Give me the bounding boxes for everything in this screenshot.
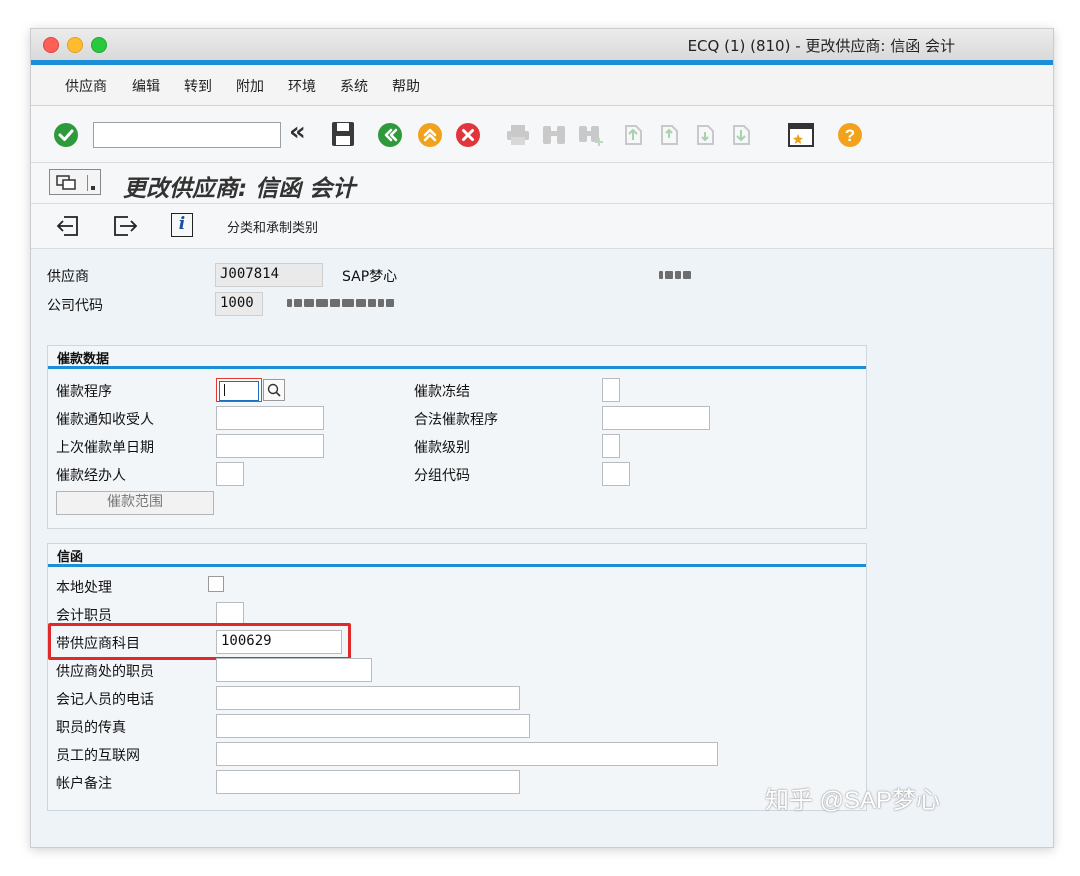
cancel-icon[interactable] — [455, 122, 481, 148]
screen-title-row: 更改供应商: 信函 会计 — [31, 163, 1053, 204]
dunning-procedure-field[interactable] — [216, 378, 262, 402]
application-toolbar: i 分类和承制类别 — [31, 204, 1053, 249]
collapse-command-icon[interactable]: « — [289, 117, 306, 147]
clerk-phone-field[interactable] — [216, 686, 520, 710]
menu-extras[interactable]: 附加 — [236, 76, 264, 96]
dunning-clerk-field[interactable] — [216, 462, 244, 486]
next-screen-icon[interactable] — [111, 214, 139, 238]
menu-vendor[interactable]: 供应商 — [65, 76, 107, 96]
dunning-recipient-label: 催款通知收受人 — [56, 412, 154, 428]
find-next-icon[interactable] — [577, 123, 605, 147]
company-code-value: 1000 — [215, 292, 263, 316]
exit-icon[interactable] — [417, 122, 443, 148]
legal-dunning-label: 合法催款程序 — [414, 412, 498, 428]
menu-bar: 供应商 编辑 转到 附加 环境 系统 帮助 — [31, 65, 1053, 106]
last-page-icon[interactable] — [729, 123, 753, 147]
vendor-name: SAP梦心 — [342, 269, 398, 285]
system-toolbar: « ? — [31, 106, 1053, 163]
grouping-key-field[interactable] — [602, 462, 630, 486]
dunning-clerk-label: 催款经办人 — [56, 468, 126, 484]
company-name-redacted — [287, 299, 394, 307]
vendor-label: 供应商 — [47, 269, 89, 285]
dunning-group-title: 催款数据 — [57, 352, 110, 367]
previous-screen-icon[interactable] — [55, 214, 81, 238]
company-code-label: 公司代码 — [47, 298, 103, 314]
group-divider — [48, 564, 866, 567]
classification-button[interactable]: 分类和承制类别 — [227, 217, 318, 236]
clerk-at-vendor-label: 供应商处的职员 — [56, 664, 154, 680]
first-page-icon[interactable] — [621, 123, 645, 147]
last-dunning-date-field[interactable] — [216, 434, 324, 458]
dunning-recipient-field[interactable] — [216, 406, 324, 430]
minimize-window-button[interactable] — [67, 37, 83, 53]
group-divider — [48, 366, 866, 369]
save-icon[interactable] — [331, 121, 355, 147]
back-icon[interactable] — [377, 122, 403, 148]
dunning-level-label: 催款级别 — [414, 440, 470, 456]
next-page-icon[interactable] — [693, 123, 717, 147]
page-title: 更改供应商: 信函 会计 — [123, 176, 356, 202]
local-processing-checkbox[interactable] — [208, 576, 224, 592]
dunning-procedure-label: 催款程序 — [56, 384, 112, 400]
check-icon[interactable] — [53, 122, 79, 148]
zoom-window-button[interactable] — [91, 37, 107, 53]
clerk-phone-label: 会记人员的电话 — [56, 692, 154, 708]
create-session-icon[interactable] — [787, 122, 815, 148]
sap-window: ECQ (1) (810) - 更改供应商: 信函 会计 供应商 编辑 转到 附… — [30, 28, 1054, 848]
prev-page-icon[interactable] — [657, 123, 681, 147]
dunning-block-label: 催款冻结 — [414, 384, 470, 400]
last-dunning-date-label: 上次催款单日期 — [56, 440, 154, 456]
correspondence-group-title: 信函 — [57, 550, 84, 565]
clerk-fax-label: 职员的传真 — [56, 720, 126, 736]
menu-help[interactable]: 帮助 — [392, 76, 420, 96]
local-processing-label: 本地处理 — [56, 580, 112, 596]
text-cursor — [224, 384, 225, 396]
clerk-internet-field[interactable] — [216, 742, 718, 766]
window-title: ECQ (1) (810) - 更改供应商: 信函 会计 — [687, 37, 955, 55]
help-icon[interactable]: ? — [837, 122, 863, 148]
watermark: 知乎 @SAP梦心 — [765, 787, 941, 814]
dunning-block-field[interactable] — [602, 378, 620, 402]
grouping-key-label: 分组代码 — [414, 468, 470, 484]
system-menu-icon — [56, 175, 76, 190]
title-bar: ECQ (1) (810) - 更改供应商: 信函 会计 — [31, 29, 1053, 65]
svg-text:?: ? — [845, 126, 855, 145]
find-icon[interactable] — [541, 123, 567, 147]
print-icon[interactable] — [505, 123, 531, 147]
clerk-at-vendor-field[interactable] — [216, 658, 372, 682]
command-field[interactable] — [93, 122, 281, 148]
clerk-internet-label: 员工的互联网 — [56, 748, 140, 764]
vendor-city-redacted — [659, 271, 691, 279]
legal-dunning-field[interactable] — [602, 406, 710, 430]
accounting-clerk-label: 会计职员 — [56, 608, 112, 624]
correspondence-group: 信函 本地处理 会计职员 带供应商科目 100629 供应商处的职员 会记人员的… — [47, 543, 867, 811]
dunning-data-group: 催款数据 催款程序 催款通知收受人 上次催款单日期 催款经办人 催款范围 催款冻… — [47, 345, 867, 529]
highlight-box — [48, 623, 351, 660]
dunning-level-field[interactable] — [602, 434, 620, 458]
search-help-button[interactable] — [263, 379, 285, 401]
menu-system[interactable]: 系统 — [340, 76, 368, 96]
search-icon — [267, 383, 281, 397]
menu-toggle-button[interactable] — [49, 169, 101, 195]
account-memo-field[interactable] — [216, 770, 520, 794]
menu-environment[interactable]: 环境 — [288, 76, 316, 96]
close-window-button[interactable] — [43, 37, 59, 53]
info-icon[interactable]: i — [171, 213, 193, 237]
dunning-area-button[interactable]: 催款范围 — [56, 491, 214, 515]
clerk-fax-field[interactable] — [216, 714, 530, 738]
vendor-value: J007814 — [215, 263, 323, 287]
dropdown-arrow-icon — [87, 175, 95, 191]
account-memo-label: 帐户备注 — [56, 776, 112, 792]
menu-goto[interactable]: 转到 — [184, 76, 212, 96]
menu-edit[interactable]: 编辑 — [132, 76, 160, 96]
